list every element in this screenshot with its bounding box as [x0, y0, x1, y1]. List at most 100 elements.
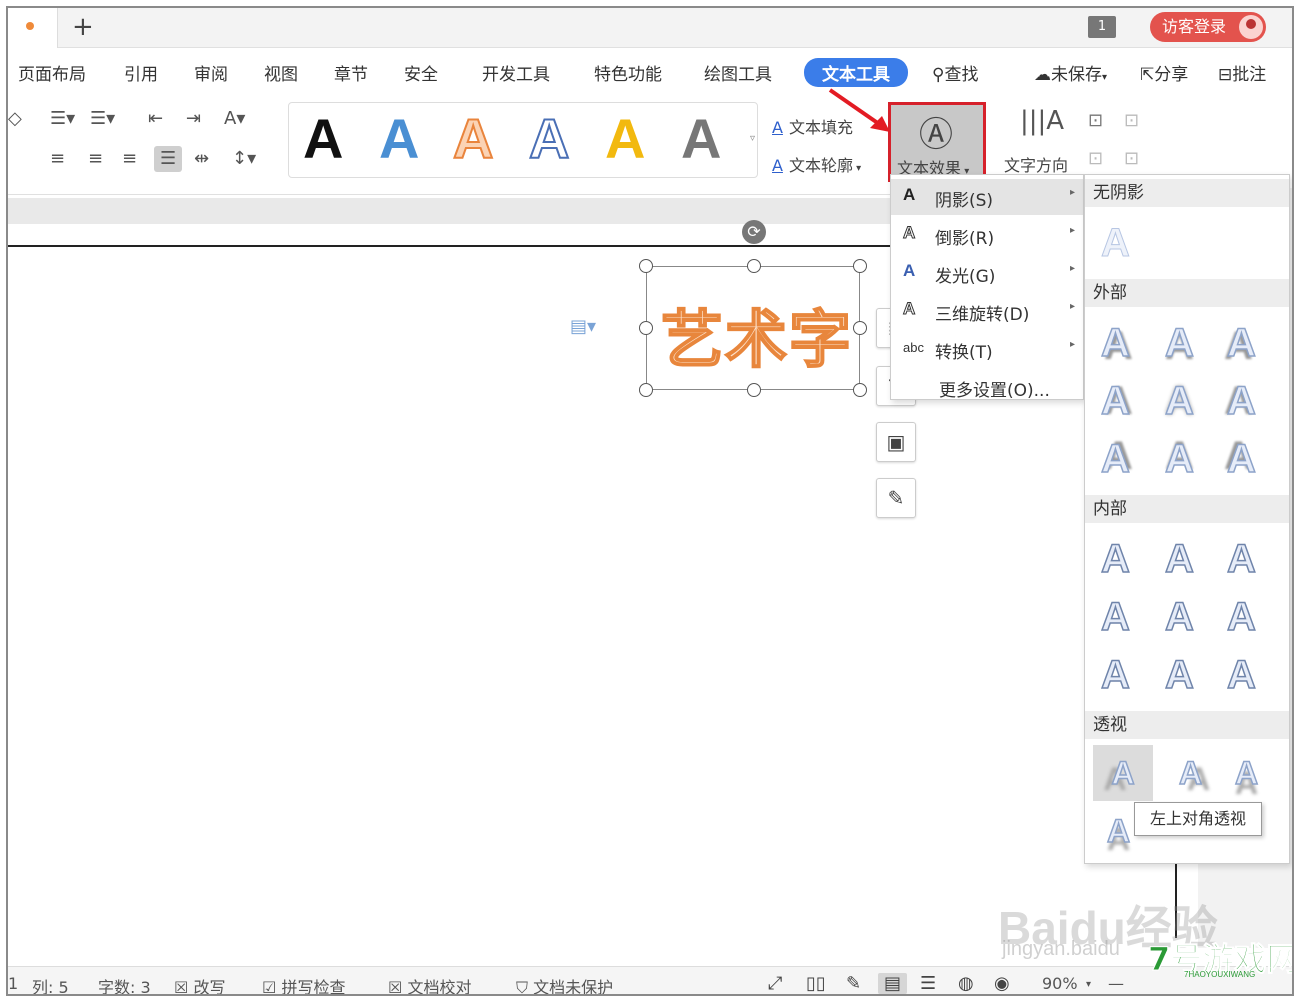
resize-handle[interactable] [639, 321, 653, 335]
document-tab[interactable] [8, 8, 58, 48]
perspective-option[interactable]: A [1106, 809, 1131, 853]
decrease-indent-icon[interactable]: ⇤ [148, 108, 163, 130]
resize-handle[interactable] [853, 259, 867, 273]
shadow-outer-option[interactable]: A [1164, 320, 1194, 366]
justify-icon[interactable]: ☰ [154, 146, 183, 172]
style-blue[interactable]: A [379, 109, 419, 169]
shadow-inner-option[interactable]: A [1164, 536, 1194, 582]
textbox-align-icon[interactable]: ⊡ [1088, 110, 1103, 132]
shadow-outer-option[interactable]: A [1164, 378, 1194, 424]
style-orange-outline[interactable]: A [452, 108, 494, 170]
page-view-icon[interactable]: ▤ [878, 973, 908, 994]
reading-mode-icon[interactable]: ▯▯ [806, 973, 826, 994]
shadow-inner-option[interactable]: A [1100, 652, 1130, 698]
comment-button[interactable]: ⊟批注 [1218, 60, 1266, 85]
menu-page-layout[interactable]: 页面布局 [18, 60, 86, 85]
text-direction-button[interactable]: 文字方向 [1004, 152, 1068, 176]
resize-handle[interactable] [853, 321, 867, 335]
menu-references[interactable]: 引用 [124, 60, 158, 85]
eye-protect-icon[interactable]: ◉ [994, 973, 1010, 994]
menu-review[interactable]: 审阅 [194, 60, 228, 85]
word-count[interactable]: 字数: 3 [98, 974, 151, 994]
protect-status[interactable]: ⛉ 文档未保护 [516, 974, 613, 994]
menu-section[interactable]: 章节 [334, 60, 368, 85]
spellcheck-button[interactable]: ☑ 拼写检查 [262, 974, 345, 994]
rotate-handle-icon[interactable]: ⟳ [742, 220, 766, 244]
shadow-outer-option[interactable]: A [1226, 320, 1256, 366]
share-button[interactable]: ⇱分享 [1140, 60, 1188, 85]
art-textbox[interactable]: 艺术字 [639, 259, 867, 397]
art-text[interactable]: 艺术字 [660, 289, 853, 379]
shadow-inner-option[interactable]: A [1164, 652, 1194, 698]
increase-indent-icon[interactable]: ⇥ [186, 108, 201, 130]
write-mode-icon[interactable]: ✎ [846, 973, 861, 994]
paragraph-layout-icon[interactable]: ▤▾ [570, 316, 596, 337]
menu-text-tools[interactable]: 文本工具 [804, 58, 908, 87]
style-black[interactable]: A [303, 109, 343, 169]
bullet-list-icon[interactable]: ☰▾ [50, 108, 75, 130]
web-view-icon[interactable]: ◍ [958, 973, 974, 994]
shadow-outer-option[interactable]: A [1100, 320, 1130, 366]
overwrite-toggle[interactable]: ☒ 改写 [174, 974, 225, 994]
perspective-top-left-option[interactable]: A [1093, 745, 1153, 801]
menu-item-glow[interactable]: A 发光(G) ▸ [891, 255, 1083, 291]
zoom-out-button[interactable]: — [1108, 974, 1124, 993]
style-gray[interactable]: A [681, 109, 721, 169]
resize-handle[interactable] [747, 383, 761, 397]
window-count-badge[interactable]: 1 [1088, 16, 1116, 38]
menu-security[interactable]: 安全 [404, 60, 438, 85]
menu-item-shadow[interactable]: A 阴影(S) ▸ [891, 179, 1083, 215]
resize-handle[interactable] [853, 383, 867, 397]
shadow-inner-option[interactable]: A [1100, 594, 1130, 640]
shadow-inner-option[interactable]: A [1164, 594, 1194, 640]
font-size-icon[interactable]: A▾ [224, 108, 245, 130]
shadow-outer-option[interactable]: A [1100, 378, 1130, 424]
textbox-align2-icon[interactable]: ⊡ [1124, 110, 1139, 132]
outline-view-icon[interactable]: ☰ [920, 973, 936, 994]
menu-view[interactable]: 视图 [264, 60, 298, 85]
shadow-outer-option[interactable]: A [1226, 378, 1256, 424]
proofread-button[interactable]: ☒ 文档校对 [388, 974, 471, 994]
align-right-icon[interactable]: ≡ [122, 148, 137, 170]
guest-login-button[interactable]: 访客登录 [1150, 12, 1266, 42]
shadow-inner-option[interactable]: A [1100, 536, 1130, 582]
resize-handle[interactable] [639, 383, 653, 397]
zoom-level[interactable]: 90% [1042, 974, 1078, 993]
resize-handle[interactable] [639, 259, 653, 273]
search-button[interactable]: ⚲查找 [932, 60, 978, 85]
numbered-list-icon[interactable]: ☰▾ [90, 108, 115, 130]
menu-item-more-settings[interactable]: 更多设置(O)... [891, 369, 1083, 405]
menu-item-3d-rotation[interactable]: A 三维旋转(D) ▸ [891, 293, 1083, 329]
menu-drawing-tools[interactable]: 绘图工具 [704, 60, 772, 85]
align-left-icon[interactable]: ≡ [50, 148, 65, 170]
unsaved-button[interactable]: ☁未保存▾ [1034, 60, 1107, 85]
line-spacing-icon[interactable]: ↕▾ [232, 148, 256, 170]
shadow-outer-option[interactable]: A [1164, 436, 1194, 482]
menu-item-reflection[interactable]: A 倒影(R) ▸ [891, 217, 1083, 253]
style-blue-outline[interactable]: A [528, 108, 570, 170]
perspective-option[interactable]: A [1234, 751, 1259, 795]
shape-fill-icon[interactable]: ▣ [876, 422, 916, 462]
align-center-icon[interactable]: ≡ [88, 148, 103, 170]
style-yellow[interactable]: A [605, 109, 645, 169]
eraser-icon[interactable]: ◇ [8, 108, 22, 130]
shadow-inner-option[interactable]: A [1226, 652, 1256, 698]
perspective-option[interactable]: A [1178, 751, 1203, 795]
format-brush-icon[interactable]: ✎ [876, 478, 916, 518]
gallery-more-icon[interactable]: ▿ [750, 133, 755, 144]
shadow-inner-option[interactable]: A [1226, 594, 1256, 640]
menu-special-features[interactable]: 特色功能 [594, 60, 662, 85]
menu-item-transform[interactable]: abc 转换(T) ▸ [891, 331, 1083, 367]
menu-developer[interactable]: 开发工具 [482, 60, 550, 85]
textbox-align3-icon[interactable]: ⊡ [1088, 148, 1103, 170]
text-effect-button[interactable]: Ⓐ 文本效果 ▾ [888, 102, 986, 182]
new-tab-button[interactable]: + [72, 12, 94, 42]
no-shadow-option[interactable]: A [1101, 221, 1131, 266]
resize-handle[interactable] [747, 259, 761, 273]
shadow-outer-option[interactable]: A [1100, 436, 1130, 482]
distribute-icon[interactable]: ⇹ [194, 148, 209, 170]
text-outline-button[interactable]: A 文本轮廓 ▾ [772, 152, 861, 176]
zoom-dropdown-icon[interactable]: ▾ [1086, 979, 1091, 990]
fullscreen-icon[interactable]: ⤢ [768, 973, 782, 994]
shadow-outer-option[interactable]: A [1226, 436, 1256, 482]
